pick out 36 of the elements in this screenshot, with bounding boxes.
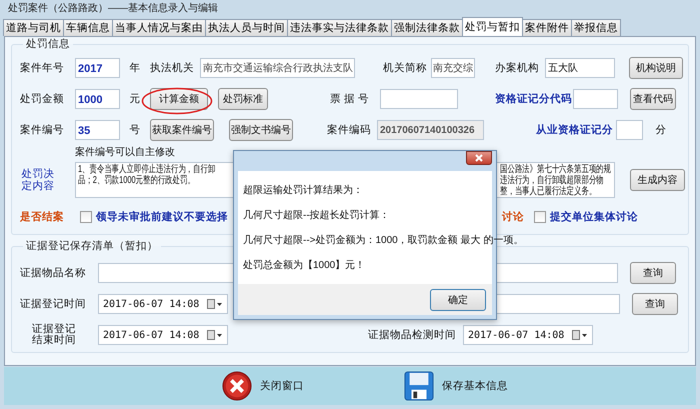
field-label: 案件编号 <box>20 123 65 137</box>
unit-label: 分 <box>654 123 668 137</box>
message-text: 几何尺寸超限--按超长处罚计算： <box>243 210 390 222</box>
window-title: 处罚案件（公路路政）——基本信息录入与编辑 <box>7 2 219 16</box>
group-title: 证据登记保存清单（暂扣） <box>25 239 159 253</box>
field-label: 证据登记结束时间 <box>32 324 76 346</box>
field-label: 办案机构 <box>495 61 540 75</box>
text-line: 违法行为，自行卸载超限部分物 <box>500 175 604 186</box>
text-line: 品；2、罚款1000元整的行政处罚。 <box>78 175 195 186</box>
field-label: 处罚金额 <box>20 92 65 106</box>
field-label: 机关简称 <box>383 61 428 75</box>
text-line: 整，当事人已履行法定义务。 <box>500 186 596 197</box>
message-text: 几何尺寸超限-->处罚金额为：1000，取罚款金额 最大 的一项。 <box>243 235 524 247</box>
unit-label: 元 <box>128 92 142 106</box>
checkbox-label: 提交单位集体讨论 <box>550 210 638 224</box>
field-label: 执法机关 <box>150 61 195 75</box>
message-text: 处罚总金额为【1000】元！ <box>243 260 366 272</box>
field-label: 证据物品检测时间 <box>368 328 457 342</box>
text-line: 1、责令当事人立即停止违法行为，自行卸 <box>78 164 216 175</box>
unit-label: 号 <box>128 123 142 137</box>
message-text: 超限运输处罚计算结果为： <box>243 185 363 197</box>
field-label: 资格证记分代码 <box>495 92 573 106</box>
hint-text: 案件编号可以自主修改 <box>75 147 175 159</box>
field-label: 处罚决定内容 <box>20 168 56 192</box>
field-label: 证据登记时间 <box>20 297 87 311</box>
group-title: 处罚信息 <box>25 37 71 51</box>
unit-label: 年 <box>128 61 142 75</box>
field-label: 从业资格证记分 <box>536 123 614 137</box>
text-line: 国公路法》第七十六条第五项的规 <box>500 164 611 175</box>
field-label: 讨论 <box>502 210 524 224</box>
field-label: 案件编码 <box>327 123 372 137</box>
field-label: 证据物品名称 <box>20 266 87 280</box>
field-label: 票 据 号 <box>330 92 370 106</box>
field-label: 是否结案 <box>20 210 65 224</box>
field-label: 案件年号 <box>20 61 65 75</box>
checkbox-label: 领导未审批前建议不要选择 <box>96 210 228 224</box>
